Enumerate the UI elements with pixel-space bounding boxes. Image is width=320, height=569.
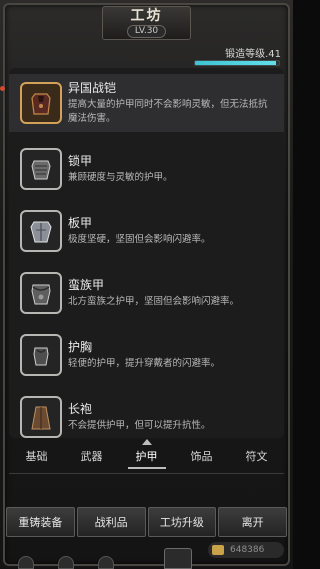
item-desc: 轻便的护甲，提升穿戴者的闪避率。 <box>68 357 221 369</box>
list-item-chainmail[interactable]: 锁甲 兼顾硬度与灵敏的护甲。 <box>9 140 284 198</box>
level-badge: LV.30 <box>126 25 167 38</box>
item-name: 护胸 <box>68 339 93 354</box>
breastplate-icon <box>20 334 62 376</box>
bottom-orb-icon <box>58 556 74 569</box>
tab-weapons[interactable]: 武器 <box>67 445 117 469</box>
red-notification-dot <box>0 86 5 91</box>
gold-counter: 648386 <box>208 542 284 558</box>
gold-value: 648386 <box>230 545 265 555</box>
plate-armor-icon <box>20 210 62 252</box>
tab-armor[interactable]: 护甲 <box>122 439 172 469</box>
item-name: 异国战铠 <box>68 80 117 95</box>
list-item-barbarian-armor[interactable]: 蛮族甲 北方蛮族之护甲，坚固但会影响闪避率。 <box>9 264 284 322</box>
item-name: 长袍 <box>68 401 93 416</box>
workshop-upgrade-button[interactable]: 工坊升级 <box>147 507 217 537</box>
item-desc: 极度坚硬，坚固但会影响闪避率。 <box>68 233 211 245</box>
forge-level-label: 锻造等级.41 <box>225 49 281 60</box>
page-title: 工坊 <box>130 8 163 24</box>
action-bar: 重铸装备 战利品 工坊升级 离开 <box>6 507 287 537</box>
list-item-exotic-armor[interactable]: 异国战铠 提高大量的护甲同时不会影响灵敏，但无法抵抗魔法伤害。 <box>9 74 284 132</box>
item-name: 板甲 <box>68 215 93 230</box>
title-plate: 工坊 LV.30 <box>102 6 191 40</box>
tab-runes[interactable]: 符文 <box>232 445 282 469</box>
category-tabs: 基础 武器 护甲 饰品 符文 <box>9 439 284 470</box>
armor-list[interactable]: 异国战铠 提高大量的护甲同时不会影响灵敏，但无法抵抗魔法伤害。 锁甲 兼顾硬度与… <box>9 68 284 438</box>
item-name: 蛮族甲 <box>68 277 105 292</box>
forge-progress-fill <box>195 61 277 65</box>
list-item-robe[interactable]: 长袍 不会提供护甲，但可以提升抗性。 <box>9 388 284 438</box>
item-desc: 兼顾硬度与灵敏的护甲。 <box>68 171 173 183</box>
tab-accessories[interactable]: 饰品 <box>177 445 227 469</box>
tab-basic[interactable]: 基础 <box>12 445 62 469</box>
gold-coin-icon <box>212 545 224 555</box>
item-desc: 北方蛮族之护甲，坚固但会影响闪避率。 <box>68 295 240 307</box>
chainmail-icon <box>20 148 62 190</box>
bottom-orb-icon <box>98 556 114 569</box>
exotic-armor-icon <box>20 82 62 124</box>
robe-icon <box>20 396 62 438</box>
forge-progress-bar <box>194 60 280 66</box>
tab-divider <box>9 473 284 474</box>
item-desc: 提高大量的护甲同时不会影响灵敏，但无法抵抗魔法伤害。 <box>68 98 268 124</box>
item-name: 锁甲 <box>68 153 93 168</box>
bottom-orb-icon <box>18 556 34 569</box>
leave-button[interactable]: 离开 <box>218 507 287 537</box>
item-desc: 不会提供护甲，但可以提升抗性。 <box>68 419 211 431</box>
emblem-icon <box>164 548 192 569</box>
reforge-equipment-button[interactable]: 重铸装备 <box>6 507 75 537</box>
loot-button[interactable]: 战利品 <box>76 507 146 537</box>
list-item-breastplate[interactable]: 护胸 轻便的护甲，提升穿戴者的闪避率。 <box>9 326 284 384</box>
barbarian-armor-icon <box>20 272 62 314</box>
list-item-plate-armor[interactable]: 板甲 极度坚硬，坚固但会影响闪避率。 <box>9 202 284 260</box>
